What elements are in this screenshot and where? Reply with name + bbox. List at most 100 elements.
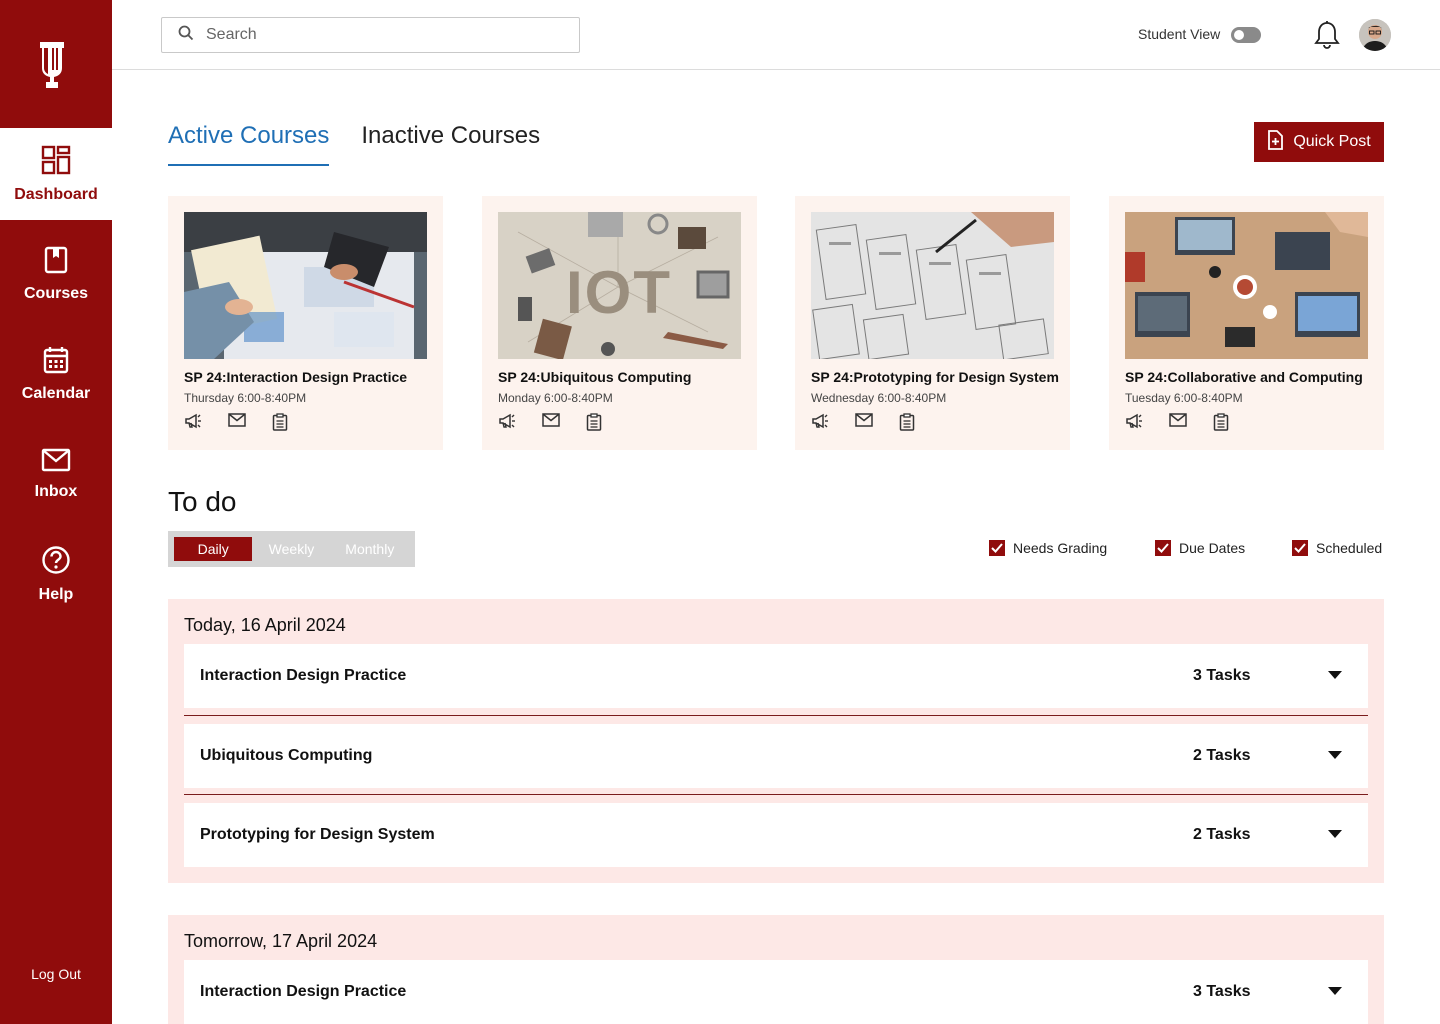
sidebar-item-calendar[interactable]: Calendar (0, 328, 112, 420)
filter-label: Due Dates (1179, 540, 1246, 556)
mail-icon[interactable] (855, 413, 873, 431)
day-title: Today, 16 April 2024 (184, 615, 346, 635)
task-row[interactable]: Interaction Design Practice 3 Tasks (184, 644, 1368, 708)
course-image-design-practice (184, 212, 427, 359)
course-card[interactable]: SP 24:Prototyping for Design System Wedn… (795, 196, 1070, 450)
task-count: 2 Tasks (1193, 747, 1251, 764)
task-course-name: Interaction Design Practice (200, 983, 407, 1000)
checkbox-checked-icon[interactable] (1292, 540, 1308, 556)
course-title[interactable]: SP 24:Prototyping for Design System (811, 369, 1059, 385)
mail-icon[interactable] (542, 413, 560, 431)
app: Dashboard Courses Calendar Inbox Help Lo… (0, 0, 1440, 1024)
sidebar-item-help[interactable]: Help (0, 528, 112, 620)
todo-view-selector: Daily Weekly Monthly (168, 531, 415, 567)
course-actions (1125, 413, 1368, 431)
tab-inactive-courses[interactable]: Inactive Courses (361, 122, 540, 166)
course-time: Thursday 6:00-8:40PM (184, 391, 307, 405)
task-row[interactable]: Interaction Design Practice 3 Tasks (184, 960, 1368, 1024)
add-document-icon (1267, 129, 1284, 155)
search-input[interactable] (206, 26, 546, 44)
course-title[interactable]: SP 24:Ubiquitous Computing (498, 369, 741, 385)
sidebar-item-label: Dashboard (14, 185, 98, 203)
sidebar-item-courses[interactable]: Courses (0, 228, 112, 320)
chevron-down-icon[interactable] (1328, 830, 1342, 838)
search-box[interactable] (161, 17, 580, 53)
task-course-name: Prototyping for Design System (200, 826, 435, 843)
sidebar-item-dashboard[interactable]: Dashboard (0, 128, 112, 220)
announcement-icon[interactable] (1125, 413, 1143, 431)
chevron-down-icon[interactable] (1328, 751, 1342, 759)
mail-icon[interactable] (1169, 413, 1187, 431)
course-time: Wednesday 6:00-8:40PM (811, 391, 947, 405)
top-bar: Student View (112, 0, 1440, 70)
iu-logo[interactable] (0, 0, 112, 128)
clipboard-icon[interactable] (899, 413, 915, 431)
book-icon (44, 246, 68, 279)
course-image-iot: IOT (498, 212, 741, 359)
course-image-collaborative (1125, 212, 1368, 359)
course-time: Monday 6:00-8:40PM (498, 391, 613, 405)
course-tabs: Active Courses Inactive Courses (168, 122, 540, 166)
task-row[interactable]: Prototyping for Design System 2 Tasks (184, 803, 1368, 867)
clipboard-icon[interactable] (586, 413, 602, 431)
course-time: Tuesday 6:00-8:40PM (1125, 391, 1243, 405)
checkbox-checked-icon[interactable] (1155, 540, 1171, 556)
task-course-name: Interaction Design Practice (200, 667, 407, 684)
filter-scheduled[interactable]: Scheduled (1292, 540, 1382, 556)
day-title: Tomorrow, 17 April 2024 (184, 931, 378, 951)
course-image-prototyping (811, 212, 1054, 359)
quick-post-button[interactable]: Quick Post (1254, 122, 1384, 162)
todo-day-block: Tomorrow, 17 April 2024 Interaction Desi… (168, 915, 1384, 1024)
announcement-icon[interactable] (498, 413, 516, 431)
sidebar-item-label: Courses (23, 284, 89, 302)
sidebar-item-inbox[interactable]: Inbox (0, 428, 112, 520)
announcement-icon[interactable] (811, 413, 829, 431)
sidebar-item-label: Calendar (21, 384, 91, 402)
course-card[interactable]: SP 24:Interaction Design Practice Thursd… (168, 196, 443, 450)
clipboard-icon[interactable] (272, 413, 288, 431)
mail-icon[interactable] (228, 413, 246, 431)
course-card[interactable]: IOT SP 24:Ubiquitous Computing Monday 6:… (482, 196, 757, 450)
task-row[interactable]: Ubiquitous Computing 2 Tasks (184, 724, 1368, 788)
filter-needs-grading[interactable]: Needs Grading (989, 540, 1107, 556)
course-actions (811, 413, 1054, 431)
filter-label: Needs Grading (1013, 540, 1108, 556)
view-weekly-button[interactable]: Weekly (252, 537, 330, 561)
course-actions (184, 413, 427, 431)
filter-due-dates[interactable]: Due Dates (1155, 540, 1245, 556)
quick-post-label: Quick Post (1293, 133, 1371, 150)
checkbox-checked-icon[interactable] (989, 540, 1005, 556)
avatar[interactable] (1359, 19, 1391, 51)
chevron-down-icon[interactable] (1328, 671, 1342, 679)
todo-filters: Needs Grading Due Dates Scheduled (989, 540, 1384, 560)
announcement-icon[interactable] (184, 413, 202, 431)
course-title[interactable]: SP 24:Interaction Design Practice (184, 369, 427, 385)
task-course-name: Ubiquitous Computing (200, 747, 373, 764)
search-icon (178, 25, 194, 46)
chevron-down-icon[interactable] (1328, 987, 1342, 995)
view-monthly-button[interactable]: Monthly (331, 537, 409, 561)
logout-link[interactable]: Log Out (0, 966, 112, 982)
calendar-icon (43, 346, 69, 379)
tab-active-courses[interactable]: Active Courses (168, 122, 330, 166)
course-title[interactable]: SP 24:Collaborative and Computing (1125, 369, 1368, 385)
todo-day-block: Today, 16 April 2024 Interaction Design … (168, 599, 1384, 883)
sidebar: Dashboard Courses Calendar Inbox Help Lo… (0, 0, 112, 1024)
task-count: 3 Tasks (1193, 983, 1251, 1000)
student-view-toggle[interactable] (1231, 27, 1261, 43)
sidebar-item-label: Inbox (34, 482, 78, 500)
view-daily-button[interactable]: Daily (174, 537, 253, 561)
iot-image-text: IOT (566, 259, 672, 326)
clipboard-icon[interactable] (1213, 413, 1229, 431)
divider (184, 715, 1368, 716)
iu-trident-icon (40, 42, 64, 88)
mail-icon (41, 448, 71, 477)
notification-bell-icon[interactable] (1314, 20, 1340, 55)
todo-title: To do (168, 486, 237, 517)
course-card[interactable]: SP 24:Collaborative and Computing Tuesda… (1109, 196, 1384, 450)
task-count: 3 Tasks (1193, 667, 1251, 684)
course-actions (498, 413, 741, 431)
dashboard-icon (41, 145, 71, 180)
sidebar-item-label: Help (38, 585, 74, 603)
divider (184, 794, 1368, 795)
